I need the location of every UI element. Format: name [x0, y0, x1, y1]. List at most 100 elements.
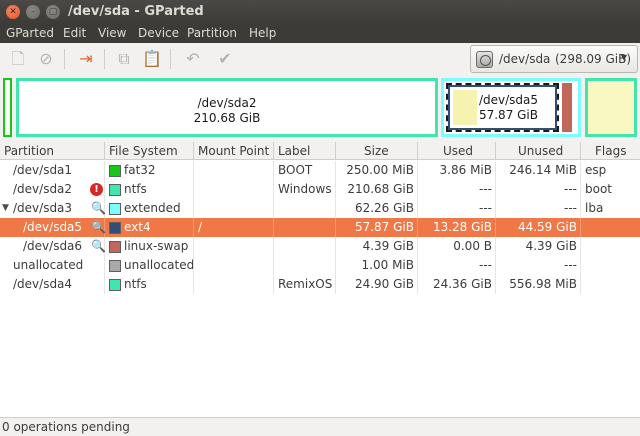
table-row[interactable]: /dev/sda1 fat32 BOOT 250.00 MiB 3.86 MiB…: [0, 161, 640, 180]
table-row[interactable]: unallocated unallocated 1.00 MiB --- ---: [0, 256, 640, 275]
menu-edit[interactable]: Edit: [63, 26, 86, 40]
cell-size: 250.00 MiB: [336, 161, 418, 180]
table-header: Partition File System Mount Point Label …: [0, 142, 640, 160]
menu-gparted[interactable]: GParted: [6, 26, 54, 40]
cell-flags: [581, 275, 640, 294]
table-row[interactable]: /dev/sda4 ntfs RemixOS 24.90 GiB 24.36 G…: [0, 275, 640, 294]
cell-partition: /dev/sda6: [0, 237, 105, 256]
new-partition-icon[interactable]: 🗋: [8, 49, 28, 69]
menu-device[interactable]: Device: [138, 26, 179, 40]
diskmap-sda3-extended[interactable]: /dev/sda5 57.87 GiB: [441, 78, 581, 137]
device-size: (298.09 GiB): [555, 52, 632, 66]
table-row-selected[interactable]: /dev/sda5 🔍 ext4 / 57.87 GiB 13.28 GiB 4…: [0, 218, 640, 237]
cell-label: [274, 256, 336, 275]
cell-label: [274, 199, 336, 218]
cell-size: 1.00 MiB: [336, 256, 418, 275]
column-unused[interactable]: Unused: [496, 142, 581, 160]
cell-label: Windows: [274, 180, 336, 199]
diskmap-sda1[interactable]: [3, 78, 12, 137]
menu-help[interactable]: Help: [249, 26, 276, 40]
paste-icon[interactable]: 📋: [142, 49, 162, 69]
pending-operations-status: 0 operations pending: [2, 420, 130, 434]
partition-table: Partition File System Mount Point Label …: [0, 142, 640, 417]
title-bar: ✕ – ▢ /dev/sda - GParted: [0, 0, 640, 24]
cell-unused: 4.39 GiB: [496, 237, 581, 256]
disk-map: /dev/sda2 210.68 GiB /dev/sda5 57.87 GiB: [0, 75, 640, 140]
cell-label: RemixOS: [274, 275, 336, 294]
cell-filesystem: extended: [105, 199, 194, 218]
cell-size: 4.39 GiB: [336, 237, 418, 256]
diskmap-sda2[interactable]: /dev/sda2 210.68 GiB: [16, 78, 438, 137]
key-icon: 🔍: [91, 239, 106, 253]
cell-partition: /dev/sda1: [0, 161, 105, 180]
cell-flags: esp: [585, 163, 607, 177]
cell-partition: /dev/sda4: [0, 275, 105, 294]
diskmap-sda5[interactable]: /dev/sda5 57.87 GiB: [446, 83, 559, 132]
undo-icon[interactable]: ↶: [183, 49, 203, 69]
cell-used: 3.86 MiB: [418, 161, 496, 180]
harddisk-icon: [476, 51, 493, 68]
device-selector[interactable]: /dev/sda (298.09 GiB) ▾: [470, 45, 638, 73]
column-filesystem[interactable]: File System: [105, 142, 194, 160]
cell-mountpoint: [194, 275, 274, 294]
maximize-window-button[interactable]: ▢: [46, 5, 60, 19]
cell-partition: /dev/sda5: [0, 218, 105, 237]
column-used[interactable]: Used: [418, 142, 496, 160]
delete-partition-icon[interactable]: ⊘: [36, 49, 56, 69]
close-window-button[interactable]: ✕: [6, 5, 20, 19]
cell-used: 0.00 B: [418, 237, 496, 256]
cell-mountpoint: [194, 256, 274, 275]
key-icon: 🔍: [91, 220, 106, 234]
apply-icon[interactable]: ✔: [215, 49, 235, 69]
cell-mountpoint: [194, 237, 274, 256]
cell-unused: ---: [496, 199, 581, 218]
cell-filesystem: ntfs: [105, 180, 194, 199]
cell-mountpoint: [194, 199, 274, 218]
toolbar-separator: [104, 49, 105, 69]
table-row[interactable]: /dev/sda6 🔍 linux-swap 4.39 GiB 0.00 B 4…: [0, 237, 640, 256]
cell-used: 13.28 GiB: [418, 218, 496, 237]
column-flags[interactable]: Flags: [581, 142, 640, 160]
cell-label: [274, 218, 336, 237]
key-icon: 🔍: [91, 201, 106, 215]
diskmap-sda4[interactable]: [585, 78, 637, 137]
toolbar-separator: [170, 49, 171, 69]
column-label[interactable]: Label: [274, 142, 336, 160]
table-row[interactable]: ▼ /dev/sda3 🔍 extended 62.26 GiB --- ---…: [0, 199, 640, 218]
cell-unused: ---: [496, 180, 581, 199]
minimize-window-button[interactable]: –: [26, 5, 40, 19]
cell-size: 62.26 GiB: [336, 199, 418, 218]
cell-partition: /dev/sda3: [0, 199, 105, 218]
cell-partition: unallocated: [0, 256, 105, 275]
cell-unused: 246.14 MiB: [496, 161, 581, 180]
resize-move-icon[interactable]: ⇥: [76, 49, 96, 69]
cell-unused: 556.98 MiB: [496, 275, 581, 294]
menu-bar: GParted Edit View Device Partition Help: [0, 24, 640, 43]
cell-mountpoint: [194, 180, 274, 199]
diskmap-sda5-name: /dev/sda5: [478, 93, 539, 107]
window-title: /dev/sda - GParted: [68, 4, 204, 19]
copy-icon[interactable]: ⧉: [114, 49, 134, 69]
menu-view[interactable]: View: [98, 26, 126, 40]
diskmap-sda2-name: /dev/sda2: [197, 96, 257, 110]
device-name: /dev/sda: [499, 52, 551, 66]
cell-used: 24.36 GiB: [418, 275, 496, 294]
column-partition[interactable]: Partition: [0, 142, 105, 160]
table-row[interactable]: /dev/sda2 ! ntfs Windows 210.68 GiB --- …: [0, 180, 640, 199]
cell-filesystem: unallocated: [105, 256, 194, 275]
warning-icon: !: [90, 183, 103, 196]
cell-flags: [581, 237, 640, 256]
status-bar: 0 operations pending: [0, 417, 640, 436]
cell-used: ---: [418, 180, 496, 199]
cell-mountpoint: [194, 161, 274, 180]
diskmap-sda2-size: 210.68 GiB: [193, 111, 261, 125]
cell-size: 210.68 GiB: [336, 180, 418, 199]
cell-filesystem: linux-swap: [105, 237, 194, 256]
diskmap-sda6[interactable]: [562, 83, 572, 132]
column-mountpoint[interactable]: Mount Point: [194, 142, 274, 160]
toolbar-separator: [64, 49, 65, 69]
menu-partition[interactable]: Partition: [187, 26, 237, 40]
cell-size: 24.90 GiB: [336, 275, 418, 294]
cell-unused: 44.59 GiB: [496, 218, 581, 237]
column-size[interactable]: Size: [336, 142, 418, 160]
